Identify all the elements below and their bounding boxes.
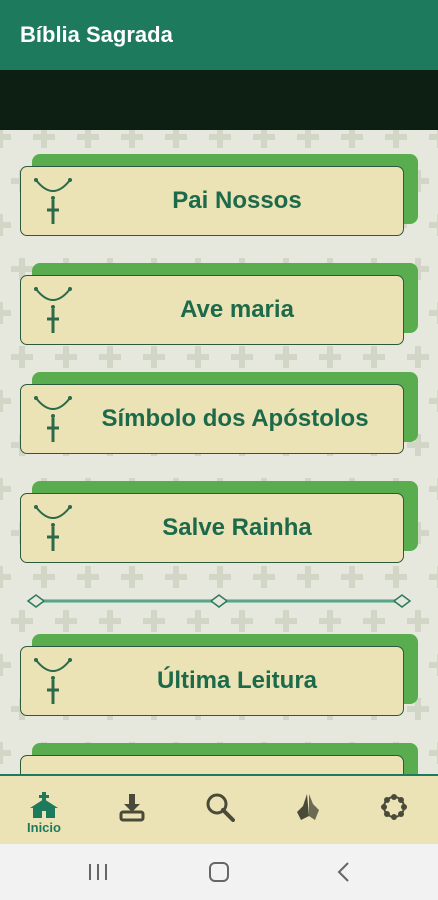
pattern-cross xyxy=(0,566,11,588)
pattern-cross xyxy=(275,610,297,632)
pattern-cross xyxy=(55,610,77,632)
app-bar: Bíblia Sagrada xyxy=(0,0,438,70)
pattern-cross xyxy=(429,654,438,676)
pattern-cross xyxy=(319,346,341,368)
pattern-cross xyxy=(11,610,33,632)
pattern-cross xyxy=(165,130,187,148)
pattern-cross xyxy=(0,390,11,412)
pattern-cross xyxy=(253,566,275,588)
nav-item-downloads[interactable] xyxy=(102,776,162,844)
ad-banner xyxy=(0,70,438,130)
home-icon[interactable] xyxy=(207,860,231,884)
nav-item-prayers[interactable] xyxy=(278,776,338,844)
pattern-cross xyxy=(77,130,99,148)
pattern-cross xyxy=(429,302,438,324)
recent-apps-icon[interactable] xyxy=(86,860,110,884)
card-ave-maria[interactable]: Ave maria xyxy=(20,263,418,345)
pattern-cross xyxy=(429,390,438,412)
pattern-cross xyxy=(55,346,77,368)
pattern-cross xyxy=(429,214,438,236)
pattern-cross xyxy=(33,130,55,148)
card-body[interactable]: Última Leitura xyxy=(20,646,404,716)
pattern-cross xyxy=(0,742,11,764)
pattern-cross xyxy=(0,302,11,324)
pattern-cross xyxy=(231,346,253,368)
rosary-icon xyxy=(34,178,72,224)
pattern-cross xyxy=(429,742,438,764)
search-icon xyxy=(206,793,235,822)
card-body[interactable] xyxy=(20,755,404,774)
pattern-cross xyxy=(231,610,253,632)
pattern-cross xyxy=(407,346,429,368)
card-label: Símbolo dos Apóstolos xyxy=(101,404,369,432)
card-simbolo-dos-apostolos[interactable]: Símbolo dos Apóstolos xyxy=(20,372,418,454)
pattern-cross xyxy=(385,130,407,148)
pattern-cross xyxy=(121,566,143,588)
pattern-cross xyxy=(77,566,99,588)
card-body[interactable]: Pai Nossos xyxy=(20,166,404,236)
pattern-cross xyxy=(209,130,231,148)
pattern-cross xyxy=(297,566,319,588)
pattern-cross xyxy=(209,566,231,588)
pattern-cross xyxy=(11,346,33,368)
pattern-cross xyxy=(429,478,438,500)
pattern-cross xyxy=(429,566,438,588)
church-icon xyxy=(30,792,58,818)
pattern-cross xyxy=(0,478,11,500)
card-body[interactable]: Símbolo dos Apóstolos xyxy=(20,384,404,454)
pattern-cross xyxy=(143,610,165,632)
pattern-cross xyxy=(363,610,385,632)
card-label: Salve Rainha xyxy=(162,513,312,541)
pattern-cross xyxy=(385,566,407,588)
pattern-cross xyxy=(341,566,363,588)
pattern-cross xyxy=(99,346,121,368)
card-partial[interactable] xyxy=(20,743,418,774)
pattern-cross xyxy=(429,130,438,148)
card-body[interactable]: Ave maria xyxy=(20,275,404,345)
pattern-cross xyxy=(297,130,319,148)
bookmark-download-icon xyxy=(119,794,145,822)
card-label: Última Leitura xyxy=(156,666,318,694)
card-label: Pai Nossos xyxy=(172,186,302,214)
content-area[interactable]: Pai Nossos Ave maria Símbolo dos Apóstol… xyxy=(0,130,438,774)
rosary-icon xyxy=(34,287,72,333)
pattern-cross xyxy=(319,610,341,632)
pattern-cross xyxy=(0,214,11,236)
pattern-cross xyxy=(187,610,209,632)
rosary-icon xyxy=(34,505,72,551)
pattern-cross xyxy=(99,610,121,632)
nav-label-inicio: Inicio xyxy=(27,820,61,835)
nav-item-search[interactable] xyxy=(190,776,250,844)
rosary-circle-icon xyxy=(381,794,407,820)
pattern-cross xyxy=(363,346,385,368)
rosary-icon xyxy=(34,658,72,704)
pattern-cross xyxy=(253,130,275,148)
pattern-cross xyxy=(143,346,165,368)
bottom-navigation: Inicio xyxy=(0,774,438,844)
nav-item-inicio[interactable]: Inicio xyxy=(14,776,74,844)
pattern-cross xyxy=(187,346,209,368)
pattern-cross xyxy=(165,566,187,588)
pattern-cross xyxy=(0,654,11,676)
card-pai-nossos[interactable]: Pai Nossos xyxy=(20,154,418,236)
pattern-cross xyxy=(0,130,11,148)
ornamental-divider xyxy=(26,594,412,608)
card-body[interactable]: Salve Rainha xyxy=(20,493,404,563)
nav-item-rosary[interactable] xyxy=(364,776,424,844)
system-navigation-bar xyxy=(0,844,438,900)
pattern-cross xyxy=(275,346,297,368)
card-salve-rainha[interactable]: Salve Rainha xyxy=(20,481,418,563)
card-label: Ave maria xyxy=(180,295,294,323)
pattern-cross xyxy=(407,610,429,632)
app-title: Bíblia Sagrada xyxy=(20,22,173,47)
back-icon[interactable] xyxy=(332,860,356,884)
pattern-cross xyxy=(121,130,143,148)
praying-hands-icon xyxy=(297,794,319,820)
pattern-cross xyxy=(341,130,363,148)
card-ultima-leitura[interactable]: Última Leitura xyxy=(20,634,418,716)
pattern-cross xyxy=(33,566,55,588)
